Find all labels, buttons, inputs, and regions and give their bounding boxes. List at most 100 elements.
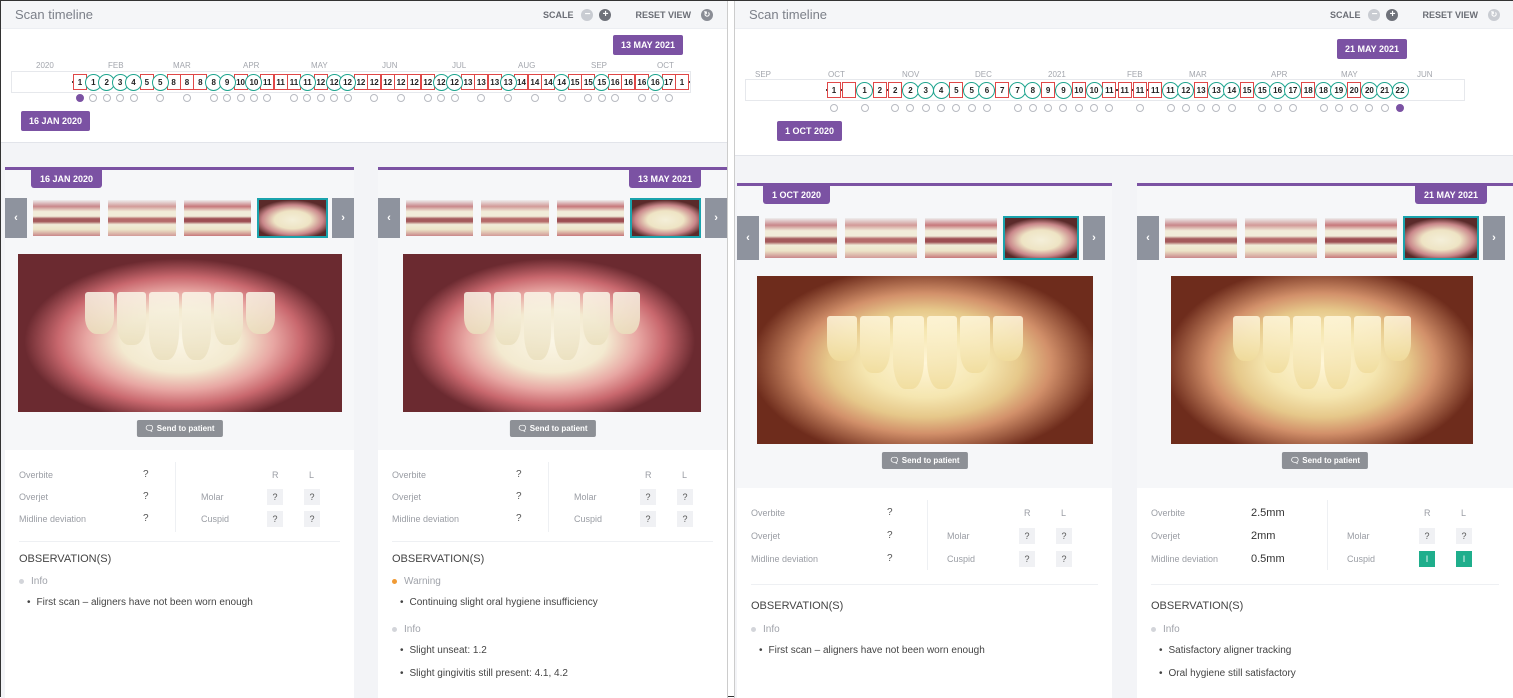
aligner-marker[interactable]: 20 <box>1347 82 1362 98</box>
scan-dot[interactable] <box>906 104 915 112</box>
scan-dot[interactable] <box>223 94 232 102</box>
zoom-in-icon[interactable]: + <box>1386 8 1399 21</box>
aligner-marker[interactable]: 11 <box>1102 82 1117 98</box>
next-photo-button[interactable]: › <box>1083 216 1105 260</box>
photo-thumbnail[interactable] <box>1403 216 1479 260</box>
scan-marker[interactable]: 9 <box>218 73 236 91</box>
next-photo-button[interactable]: › <box>332 198 355 238</box>
zoom-out-icon[interactable]: − <box>1368 8 1381 21</box>
scan-dot[interactable] <box>1197 104 1206 112</box>
prev-photo-button[interactable]: ‹ <box>1137 216 1159 260</box>
reset-view-button[interactable]: RESET VIEW <box>1422 10 1478 20</box>
scan-marker[interactable]: 9 <box>1054 81 1072 99</box>
photo-thumbnail[interactable] <box>555 198 626 238</box>
send-to-patient-button[interactable]: 🗨 Send to patient <box>509 420 596 437</box>
scan-dot[interactable] <box>611 94 620 102</box>
scan-dot[interactable] <box>477 94 486 102</box>
start-date-flag[interactable]: 1 OCT 2020 <box>777 121 843 141</box>
photo-thumbnail[interactable] <box>1323 216 1399 260</box>
scan-dot[interactable] <box>330 94 339 102</box>
aligner-marker[interactable]: 10 <box>1071 82 1086 98</box>
scan-dot[interactable] <box>1166 104 1175 112</box>
photo-thumbnail[interactable] <box>404 198 475 238</box>
scan-dot[interactable] <box>1135 104 1144 112</box>
photo-thumbnail[interactable] <box>629 198 702 238</box>
aligner-marker[interactable]: 11 <box>273 74 288 90</box>
scan-dot[interactable] <box>860 104 869 112</box>
scan-marker[interactable]: 12 <box>446 73 464 91</box>
scan-dot[interactable] <box>1059 104 1068 112</box>
scan-dot[interactable] <box>1365 104 1374 112</box>
scan-dot[interactable] <box>1319 104 1328 112</box>
scan-marker[interactable]: 1 <box>856 81 874 99</box>
scan-dot[interactable] <box>504 94 513 102</box>
photo-thumbnail[interactable] <box>1163 216 1239 260</box>
scan-dot[interactable] <box>830 104 838 112</box>
scan-dot[interactable] <box>637 94 646 102</box>
reset-icon[interactable]: ↻ <box>701 8 713 21</box>
scan-marker[interactable]: 8 <box>1024 81 1042 99</box>
scan-marker[interactable]: 19 <box>1330 81 1348 99</box>
scan-dot[interactable] <box>437 94 446 102</box>
scan-dot[interactable] <box>1350 104 1359 112</box>
scan-dot[interactable] <box>129 94 138 102</box>
aligner-marker[interactable]: 13 <box>1194 82 1209 98</box>
scan-marker[interactable]: 22 <box>1391 81 1409 99</box>
scan-dot[interactable] <box>967 104 976 112</box>
scan-dot[interactable] <box>76 94 84 102</box>
scan-marker[interactable]: 3 <box>917 81 935 99</box>
scan-dot[interactable] <box>209 94 218 102</box>
aligner-marker[interactable]: 12 <box>367 74 382 90</box>
aligner-marker[interactable]: 7 <box>995 82 1010 98</box>
scan-dot[interactable] <box>1090 104 1099 112</box>
aligner-marker[interactable]: 1 <box>827 82 841 98</box>
photo-thumbnail[interactable] <box>763 216 839 260</box>
scan-dot[interactable] <box>450 94 459 102</box>
scan-dot[interactable] <box>937 104 946 112</box>
next-photo-button[interactable]: › <box>705 198 728 238</box>
scan-dot[interactable] <box>557 94 566 102</box>
scan-dot[interactable] <box>1181 104 1190 112</box>
scan-dot[interactable] <box>236 94 245 102</box>
scan-marker[interactable]: 12 <box>339 73 357 91</box>
aligner-marker[interactable]: 9 <box>1041 82 1056 98</box>
aligner-marker[interactable]: 11 <box>1148 82 1163 98</box>
intraoral-photo[interactable] <box>18 254 342 412</box>
aligner-marker[interactable]: 11 <box>1117 82 1132 98</box>
scan-marker[interactable]: 11 <box>298 73 316 91</box>
scan-dot[interactable] <box>1105 104 1114 112</box>
scan-dot[interactable] <box>316 94 325 102</box>
scan-dot[interactable] <box>89 94 98 102</box>
scan-marker[interactable]: 10 <box>245 73 263 91</box>
photo-thumbnail[interactable] <box>479 198 550 238</box>
scan-dot[interactable] <box>1396 104 1404 112</box>
scan-marker[interactable]: 13 <box>499 73 517 91</box>
prev-photo-button[interactable]: ‹ <box>378 198 400 238</box>
aligner-marker[interactable]: 18 <box>1301 82 1316 98</box>
scan-marker[interactable]: 12 <box>1177 81 1195 99</box>
aligner-marker[interactable]: 13 <box>460 74 475 90</box>
photo-thumbnail[interactable] <box>31 198 102 238</box>
aligner-marker[interactable]: 15 <box>1240 82 1255 98</box>
aligner-marker[interactable]: 16 <box>608 74 623 90</box>
scan-dot[interactable] <box>1227 104 1236 112</box>
scan-dot[interactable] <box>982 104 991 112</box>
scan-dot[interactable] <box>1044 104 1053 112</box>
scan-marker[interactable]: 15 <box>593 73 611 91</box>
aligner-marker[interactable]: 14 <box>527 74 542 90</box>
send-to-patient-button[interactable]: 🗨 Send to patient <box>881 452 968 469</box>
scan-marker[interactable]: 4 <box>125 73 142 91</box>
aligner-marker[interactable]: 15 <box>567 74 582 90</box>
scan-dot[interactable] <box>116 94 125 102</box>
aligner-marker[interactable]: 8 <box>180 74 195 90</box>
scan-dot[interactable] <box>1028 104 1037 112</box>
scan-marker[interactable]: 14 <box>553 73 571 91</box>
intraoral-photo[interactable] <box>1171 276 1473 444</box>
prev-photo-button[interactable]: ‹ <box>5 198 27 238</box>
aligner-marker[interactable]: 16 <box>621 74 636 90</box>
scan-dot[interactable] <box>1013 104 1022 112</box>
scan-dot[interactable] <box>651 94 660 102</box>
prev-photo-button[interactable]: ‹ <box>737 216 759 260</box>
scan-marker[interactable]: 14 <box>1223 81 1241 99</box>
send-to-patient-button[interactable]: 🗨 Send to patient <box>136 420 223 437</box>
